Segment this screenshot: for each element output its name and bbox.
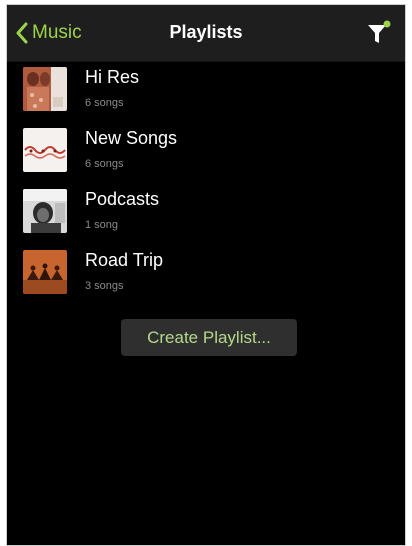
filter-button[interactable] [365, 19, 393, 47]
playlist-name: New Songs [85, 128, 178, 148]
playlist-song-count: 1 song [85, 219, 119, 231]
album-art-hi-res-icon [23, 67, 67, 111]
playlist-row[interactable]: Road Trip 3 songs [7, 244, 405, 305]
playlist-name: Road Trip [85, 250, 164, 270]
album-art-road-trip-icon [23, 250, 67, 294]
playlist-row[interactable]: Podcasts 1 song [7, 183, 405, 244]
album-art-new-songs-icon [23, 128, 67, 172]
page-title: Playlists [169, 22, 243, 42]
playlist-row[interactable]: New Songs 6 songs [7, 122, 405, 183]
playlist-song-count: 6 songs [85, 158, 124, 170]
create-playlist-button[interactable]: Create Playlist... [121, 319, 297, 356]
app-screen: Music Playlists Hi Res 6 songs New Songs… [6, 4, 406, 546]
playlist-list: Hi Res 6 songs New Songs 6 songs Podcast… [7, 61, 405, 305]
navigation-bar: Music Playlists [7, 5, 405, 62]
playlist-name: Hi Res [85, 67, 140, 87]
album-art-podcasts-icon [23, 189, 67, 233]
filter-icon [368, 20, 391, 43]
playlist-row[interactable]: Hi Res 6 songs [7, 61, 405, 122]
playlist-name: Podcasts [85, 189, 160, 209]
playlist-song-count: 6 songs [85, 97, 124, 109]
playlist-song-count: 3 songs [85, 280, 124, 292]
